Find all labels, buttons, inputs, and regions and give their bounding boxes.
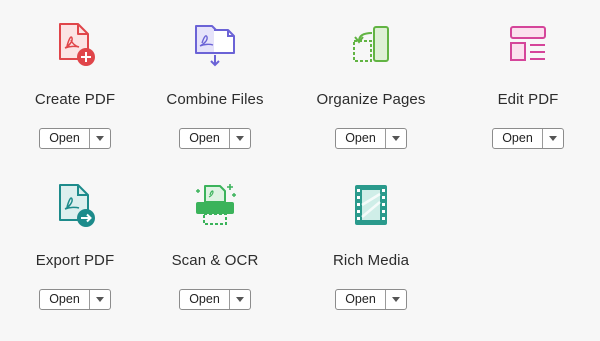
chevron-down-icon bbox=[549, 136, 557, 141]
open-button-label[interactable]: Open bbox=[180, 129, 229, 148]
tool-edit-pdf: Edit PDF Open bbox=[453, 0, 600, 150]
tool-label: Create PDF bbox=[34, 91, 116, 108]
tool-label: Organize Pages bbox=[316, 91, 426, 108]
open-button-label[interactable]: Open bbox=[40, 290, 89, 309]
open-button[interactable]: Open bbox=[179, 128, 251, 149]
dropdown-arrow-button[interactable] bbox=[89, 129, 110, 148]
tool-label: Scan & OCR bbox=[171, 252, 259, 269]
dropdown-arrow-button[interactable] bbox=[229, 290, 250, 309]
tool-rich-media: Rich Media Open bbox=[296, 161, 446, 311]
open-button-label[interactable]: Open bbox=[336, 290, 385, 309]
open-button-label[interactable]: Open bbox=[40, 129, 89, 148]
dropdown-arrow-button[interactable] bbox=[385, 129, 406, 148]
chevron-down-icon bbox=[392, 297, 400, 302]
create-pdf-icon[interactable] bbox=[50, 19, 100, 69]
chevron-down-icon bbox=[96, 136, 104, 141]
chevron-down-icon bbox=[392, 136, 400, 141]
open-button[interactable]: Open bbox=[39, 128, 111, 149]
open-button[interactable]: Open bbox=[492, 128, 564, 149]
combine-files-icon[interactable] bbox=[190, 19, 240, 69]
open-button-label[interactable]: Open bbox=[180, 290, 229, 309]
tool-label: Edit PDF bbox=[497, 91, 559, 108]
tool-create-pdf: Create PDF Open bbox=[0, 0, 150, 150]
scan-ocr-icon[interactable] bbox=[190, 180, 240, 230]
organize-pages-icon[interactable] bbox=[346, 19, 396, 69]
tool-export-pdf: Export PDF Open bbox=[0, 161, 150, 311]
open-button-label[interactable]: Open bbox=[336, 129, 385, 148]
tool-label: Export PDF bbox=[35, 252, 115, 269]
chevron-down-icon bbox=[96, 297, 104, 302]
open-button[interactable]: Open bbox=[335, 128, 407, 149]
edit-pdf-icon[interactable] bbox=[503, 19, 553, 69]
dropdown-arrow-button[interactable] bbox=[385, 290, 406, 309]
open-button[interactable]: Open bbox=[335, 289, 407, 310]
tools-grid: Create PDF Open Combine Files Open Organ… bbox=[0, 0, 600, 341]
tool-label: Rich Media bbox=[332, 252, 410, 269]
chevron-down-icon bbox=[236, 136, 244, 141]
tool-label: Combine Files bbox=[166, 91, 264, 108]
tool-organize-pages: Organize Pages Open bbox=[296, 0, 446, 150]
open-button[interactable]: Open bbox=[39, 289, 111, 310]
dropdown-arrow-button[interactable] bbox=[542, 129, 563, 148]
dropdown-arrow-button[interactable] bbox=[229, 129, 250, 148]
tool-scan-ocr: Scan & OCR Open bbox=[140, 161, 290, 311]
chevron-down-icon bbox=[236, 297, 244, 302]
export-pdf-icon[interactable] bbox=[50, 180, 100, 230]
tool-combine-files: Combine Files Open bbox=[140, 0, 290, 150]
dropdown-arrow-button[interactable] bbox=[89, 290, 110, 309]
rich-media-icon[interactable] bbox=[346, 180, 396, 230]
open-button[interactable]: Open bbox=[179, 289, 251, 310]
open-button-label[interactable]: Open bbox=[493, 129, 542, 148]
